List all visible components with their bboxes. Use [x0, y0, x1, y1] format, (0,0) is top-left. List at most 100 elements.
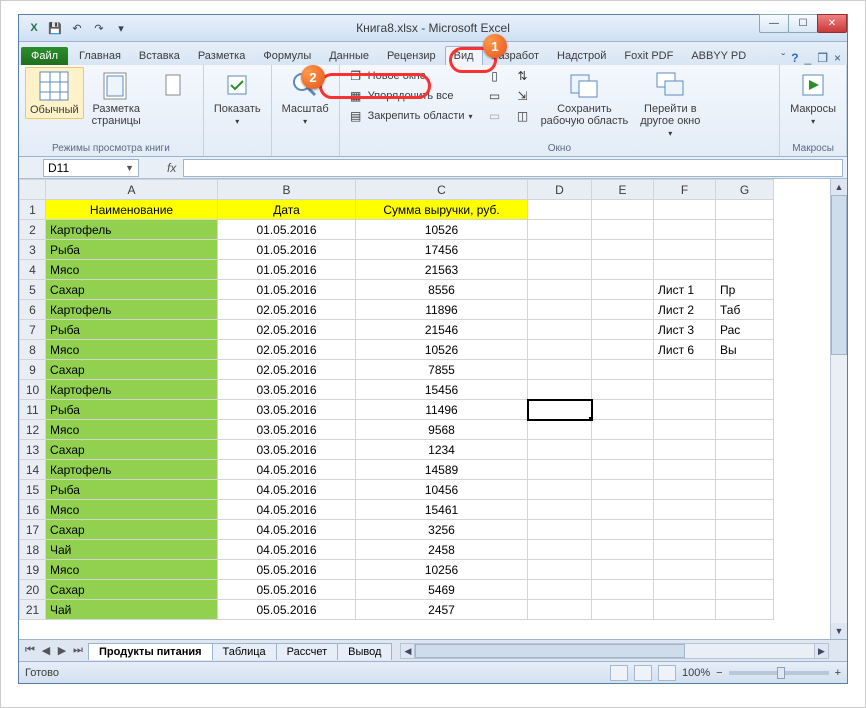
- cell[interactable]: Мясо: [46, 560, 218, 580]
- row-header[interactable]: 17: [20, 520, 46, 540]
- cell[interactable]: [592, 540, 654, 560]
- split-button[interactable]: ▯: [485, 67, 505, 85]
- row-header[interactable]: 18: [20, 540, 46, 560]
- ribbon-tab[interactable]: Вставка: [130, 46, 189, 65]
- row-header[interactable]: 6: [20, 300, 46, 320]
- cell[interactable]: [528, 240, 592, 260]
- cell[interactable]: 15461: [356, 500, 528, 520]
- cell[interactable]: [654, 400, 716, 420]
- cell[interactable]: [528, 400, 592, 420]
- zoom-out-icon[interactable]: −: [716, 667, 722, 679]
- ribbon-tab[interactable]: Рецензир: [378, 46, 445, 65]
- cell[interactable]: 10456: [356, 480, 528, 500]
- ribbon-minimize-icon[interactable]: ˇ: [781, 51, 785, 65]
- sheet-tab[interactable]: Вывод: [337, 643, 392, 660]
- row-header[interactable]: 11: [20, 400, 46, 420]
- compare-button[interactable]: ◫: [513, 107, 533, 125]
- cell[interactable]: [654, 260, 716, 280]
- cell[interactable]: Картофель: [46, 300, 218, 320]
- cell[interactable]: Сумма выручки, руб.: [356, 200, 528, 220]
- macros-button[interactable]: Макросы ▾: [786, 67, 840, 128]
- cell[interactable]: [592, 560, 654, 580]
- cell[interactable]: [716, 360, 774, 380]
- close-button[interactable]: ✕: [817, 14, 847, 33]
- cell[interactable]: [716, 440, 774, 460]
- name-box[interactable]: D11 ▼: [43, 159, 139, 177]
- cell[interactable]: [592, 420, 654, 440]
- sheet-tab[interactable]: Таблица: [212, 643, 277, 660]
- cell[interactable]: Рыба: [46, 240, 218, 260]
- zoom-in-icon[interactable]: +: [835, 667, 841, 679]
- cell[interactable]: [654, 220, 716, 240]
- ribbon-tab[interactable]: Foxit PDF: [615, 46, 682, 65]
- formula-input[interactable]: [183, 159, 843, 177]
- cell[interactable]: 7855: [356, 360, 528, 380]
- row-header[interactable]: 12: [20, 420, 46, 440]
- cell[interactable]: 10256: [356, 560, 528, 580]
- sheet-tab[interactable]: Рассчет: [276, 643, 339, 660]
- cell[interactable]: [654, 460, 716, 480]
- scroll-left-icon[interactable]: ◀: [401, 644, 415, 658]
- row-header[interactable]: 2: [20, 220, 46, 240]
- cell[interactable]: 2458: [356, 540, 528, 560]
- arrange-all-button[interactable]: ▦ Упорядочить все: [346, 87, 475, 105]
- cell[interactable]: [592, 440, 654, 460]
- cell[interactable]: [654, 200, 716, 220]
- cell[interactable]: 11896: [356, 300, 528, 320]
- cell[interactable]: Чай: [46, 540, 218, 560]
- row-header[interactable]: 1: [20, 200, 46, 220]
- cell[interactable]: [528, 360, 592, 380]
- freeze-panes-button[interactable]: ▤ Закрепить области ▾: [346, 107, 475, 125]
- cell[interactable]: Лист 6: [654, 340, 716, 360]
- cell[interactable]: [528, 560, 592, 580]
- ribbon-tab[interactable]: Данные: [320, 46, 378, 65]
- cell[interactable]: [528, 500, 592, 520]
- cell[interactable]: [716, 520, 774, 540]
- cell[interactable]: [716, 420, 774, 440]
- cell[interactable]: 05.05.2016: [218, 560, 356, 580]
- cell[interactable]: 02.05.2016: [218, 360, 356, 380]
- cell[interactable]: Лист 3: [654, 320, 716, 340]
- cell[interactable]: 01.05.2016: [218, 280, 356, 300]
- cell[interactable]: 05.05.2016: [218, 580, 356, 600]
- cell[interactable]: [592, 400, 654, 420]
- select-all-corner[interactable]: [20, 180, 46, 200]
- last-sheet-icon[interactable]: ⏭: [71, 644, 85, 657]
- cell[interactable]: 21563: [356, 260, 528, 280]
- cell[interactable]: 04.05.2016: [218, 540, 356, 560]
- cell[interactable]: [716, 380, 774, 400]
- cell[interactable]: 9568: [356, 420, 528, 440]
- scroll-down-icon[interactable]: ▼: [831, 623, 847, 639]
- minimize-button[interactable]: —: [759, 14, 789, 33]
- new-window-button[interactable]: ❐ Новое окно: [346, 67, 475, 85]
- row-header[interactable]: 13: [20, 440, 46, 460]
- sync-scroll-button[interactable]: ⇅: [513, 67, 533, 85]
- col-header[interactable]: E: [592, 180, 654, 200]
- row-header[interactable]: 10: [20, 380, 46, 400]
- cell[interactable]: 01.05.2016: [218, 260, 356, 280]
- cell[interactable]: 3256: [356, 520, 528, 540]
- cell[interactable]: Вы: [716, 340, 774, 360]
- cell[interactable]: Сахар: [46, 280, 218, 300]
- cell[interactable]: 03.05.2016: [218, 400, 356, 420]
- cell[interactable]: 04.05.2016: [218, 520, 356, 540]
- ribbon-tab[interactable]: Формулы: [254, 46, 320, 65]
- cell[interactable]: 02.05.2016: [218, 300, 356, 320]
- cell[interactable]: [528, 600, 592, 620]
- scroll-thumb[interactable]: [831, 195, 847, 355]
- cell[interactable]: Картофель: [46, 220, 218, 240]
- row-header[interactable]: 3: [20, 240, 46, 260]
- cell[interactable]: [528, 520, 592, 540]
- cell[interactable]: Лист 1: [654, 280, 716, 300]
- cell[interactable]: [592, 520, 654, 540]
- cell[interactable]: 21546: [356, 320, 528, 340]
- cell[interactable]: [592, 380, 654, 400]
- scroll-thumb[interactable]: [415, 644, 685, 658]
- col-header[interactable]: C: [356, 180, 528, 200]
- vertical-scrollbar[interactable]: ▲ ▼: [830, 179, 847, 639]
- cell[interactable]: [716, 500, 774, 520]
- cell[interactable]: [592, 260, 654, 280]
- cell[interactable]: Наименование: [46, 200, 218, 220]
- cell[interactable]: [528, 340, 592, 360]
- cell[interactable]: Сахар: [46, 520, 218, 540]
